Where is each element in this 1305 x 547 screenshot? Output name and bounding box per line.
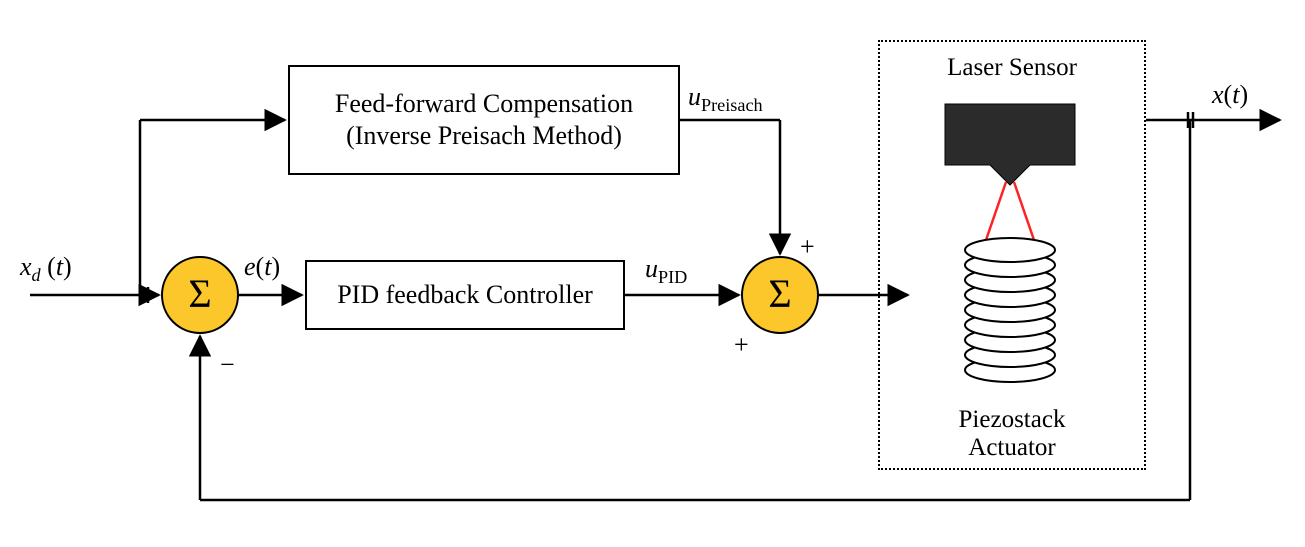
plant-boundary: Laser Sensor Piezostack Actuator [878, 40, 1146, 470]
pid-line1: PID feedback Controller [337, 279, 593, 312]
feedforward-line2: (Inverse Preisach Method) [346, 120, 622, 153]
sigma-glyph-1: Σ [188, 271, 211, 316]
label-u-preisach: uPreisach [688, 82, 763, 116]
label-xt: x(t) [1212, 80, 1248, 110]
sign-plus-pid: + [734, 330, 749, 360]
feedforward-line1: Feed-forward Compensation [335, 88, 633, 121]
sign-plus-ff: + [800, 232, 815, 262]
actuator-label-2: Actuator [880, 434, 1144, 462]
feedforward-block: Feed-forward Compensation (Inverse Preis… [288, 65, 680, 175]
sigma-glyph-2: Σ [768, 271, 791, 316]
block-diagram: Σ Σ [0, 0, 1305, 547]
label-xd: xd (t) [20, 252, 72, 286]
label-e: e(t) [244, 252, 280, 282]
laser-sensor-label: Laser Sensor [880, 54, 1144, 82]
sign-minus-feedback: − [220, 350, 235, 380]
pid-block: PID feedback Controller [305, 260, 625, 330]
actuator-label-1: Piezostack [880, 406, 1144, 434]
label-u-pid: uPID [645, 254, 687, 288]
